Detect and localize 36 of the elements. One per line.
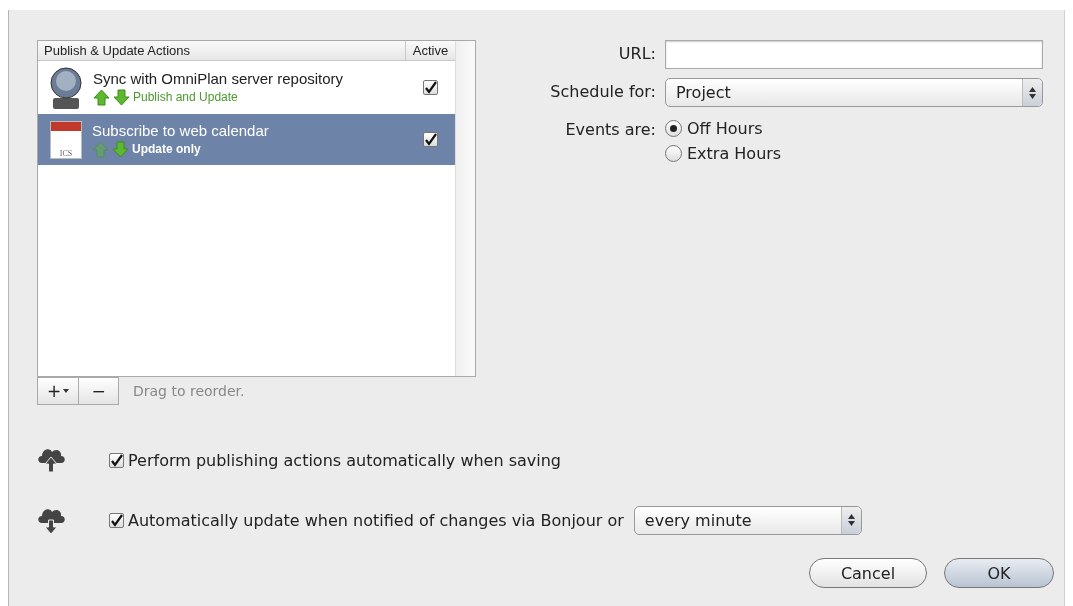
option-checkbox[interactable] — [109, 452, 124, 468]
radio-button[interactable] — [665, 120, 682, 137]
calendar-icon: ICS — [50, 120, 82, 159]
stepper-icon — [1029, 86, 1036, 99]
stepper-icon — [847, 514, 855, 526]
schedule-label: Schedule for: — [549, 81, 656, 101]
action-title: Subscribe to web calendar — [92, 121, 270, 139]
down-arrow-icon — [113, 88, 130, 106]
remove-button[interactable]: − — [78, 378, 118, 404]
option-label: Automatically update when notified of changes via Bonjour or — [128, 510, 624, 530]
cancel-button[interactable]: Cancel — [809, 558, 927, 588]
action-mode: Update only — [132, 142, 201, 156]
radio-label: Extra Hours — [687, 144, 782, 163]
interval-dropdown[interactable]: every minute — [633, 505, 862, 535]
action-row[interactable]: ICS Subscribe to web calendar Update only — [38, 114, 455, 165]
url-field[interactable] — [665, 40, 1043, 69]
url-label: URL: — [617, 43, 656, 63]
action-title: Sync with OmniPlan server repository — [93, 69, 345, 87]
schedule-dropdown[interactable]: Project — [665, 78, 1043, 107]
active-checkbox[interactable] — [422, 80, 438, 95]
option-checkbox[interactable] — [109, 512, 124, 528]
radio-label: Off Hours — [687, 119, 763, 138]
down-arrow-icon — [112, 140, 129, 158]
caret-icon — [63, 389, 70, 393]
scrollbar[interactable] — [455, 41, 475, 376]
server-globe-icon — [49, 65, 83, 110]
radio-button[interactable] — [665, 145, 682, 162]
column-header: Publish & Update Actions — [43, 42, 191, 60]
add-button[interactable]: + — [38, 378, 78, 404]
action-mode: Publish and Update — [133, 90, 238, 104]
option-label: Perform publishing actions automatically when saving — [128, 450, 562, 470]
reorder-hint: Drag to reorder. — [133, 383, 245, 399]
events-label: Events are: — [564, 119, 656, 139]
ok-button[interactable]: OK — [944, 558, 1054, 588]
radio-dot-icon — [670, 125, 677, 132]
active-checkbox[interactable] — [422, 132, 438, 147]
